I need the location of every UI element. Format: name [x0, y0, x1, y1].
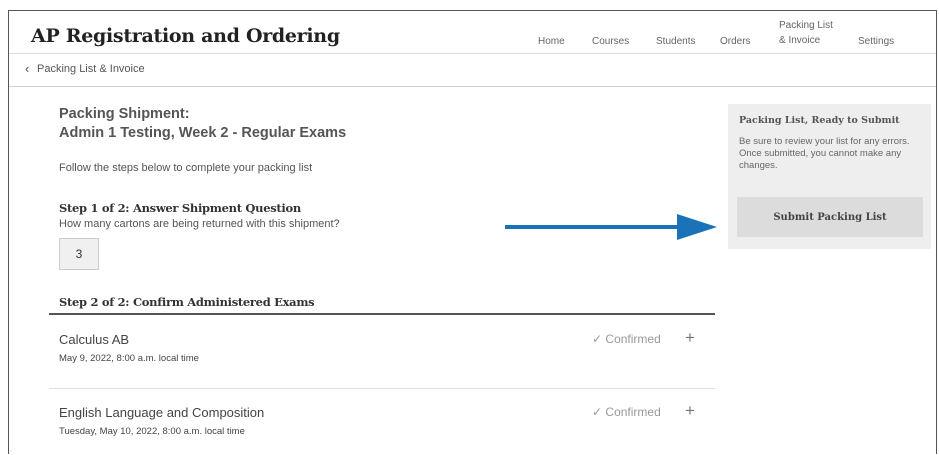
nav-settings[interactable]: Settings — [858, 36, 894, 47]
exam-name: Calculus AB — [59, 332, 130, 347]
checkmark-icon: ✓ — [592, 405, 603, 419]
exam-status-label: Confirmed — [605, 332, 661, 346]
cartons-input[interactable]: 3 — [59, 238, 99, 270]
exam-status: ✓ Confirmed — [592, 332, 661, 346]
nav-packing-line1: Packing List — [779, 20, 833, 31]
plus-icon[interactable]: + — [685, 401, 695, 421]
exam-status-label: Confirmed — [605, 405, 661, 419]
submit-packing-list-button[interactable]: Submit Packing List — [737, 197, 923, 237]
step2-heading: Step 2 of 2: Confirm Administered Exams — [59, 295, 315, 309]
arrow-right-icon — [505, 214, 717, 240]
step2-divider — [49, 313, 715, 315]
page-subtitle: Admin 1 Testing, Week 2 - Regular Exams — [59, 125, 347, 141]
exam-date: Tuesday, May 10, 2022, 8:00 a.m. local t… — [59, 426, 245, 437]
exam-date: May 9, 2022, 8:00 a.m. local time — [59, 353, 199, 364]
checkmark-icon: ✓ — [592, 332, 603, 346]
page-title: Packing Shipment: — [59, 106, 190, 122]
nav-packing-list-invoice[interactable]: Packing List & Invoice — [779, 20, 833, 47]
chevron-left-icon[interactable]: ‹ — [25, 61, 29, 76]
nav-courses[interactable]: Courses — [592, 36, 629, 47]
main-content: Packing Shipment: Admin 1 Testing, Week … — [9, 87, 936, 455]
plus-icon[interactable]: + — [685, 328, 695, 348]
step1-question: How many cartons are being returned with… — [59, 218, 340, 230]
exam-status: ✓ Confirmed — [592, 405, 661, 419]
exam-name: English Language and Composition — [59, 405, 265, 420]
submit-panel-note: Be sure to review your list for any erro… — [739, 136, 910, 171]
app-title: AP Registration and Ordering — [31, 25, 340, 47]
breadcrumb-link[interactable]: Packing List & Invoice — [37, 63, 145, 75]
submit-panel: Packing List, Ready to Submit Be sure to… — [728, 104, 931, 249]
nav-students[interactable]: Students — [656, 36, 695, 47]
nav-packing-line2: & Invoice — [779, 35, 821, 46]
top-header: AP Registration and Ordering Home Course… — [9, 11, 936, 54]
step1-heading: Step 1 of 2: Answer Shipment Question — [59, 201, 301, 215]
submit-panel-title: Packing List, Ready to Submit — [739, 115, 900, 126]
app-window: AP Registration and Ordering Home Course… — [8, 10, 937, 455]
exam-row: Calculus AB May 9, 2022, 8:00 a.m. local… — [49, 316, 715, 389]
nav-orders[interactable]: Orders — [720, 36, 751, 47]
nav-home[interactable]: Home — [538, 36, 565, 47]
intro-text: Follow the steps below to complete your … — [59, 162, 313, 174]
exam-row: English Language and Composition Tuesday… — [49, 389, 715, 454]
breadcrumb: ‹ Packing List & Invoice — [9, 54, 936, 87]
